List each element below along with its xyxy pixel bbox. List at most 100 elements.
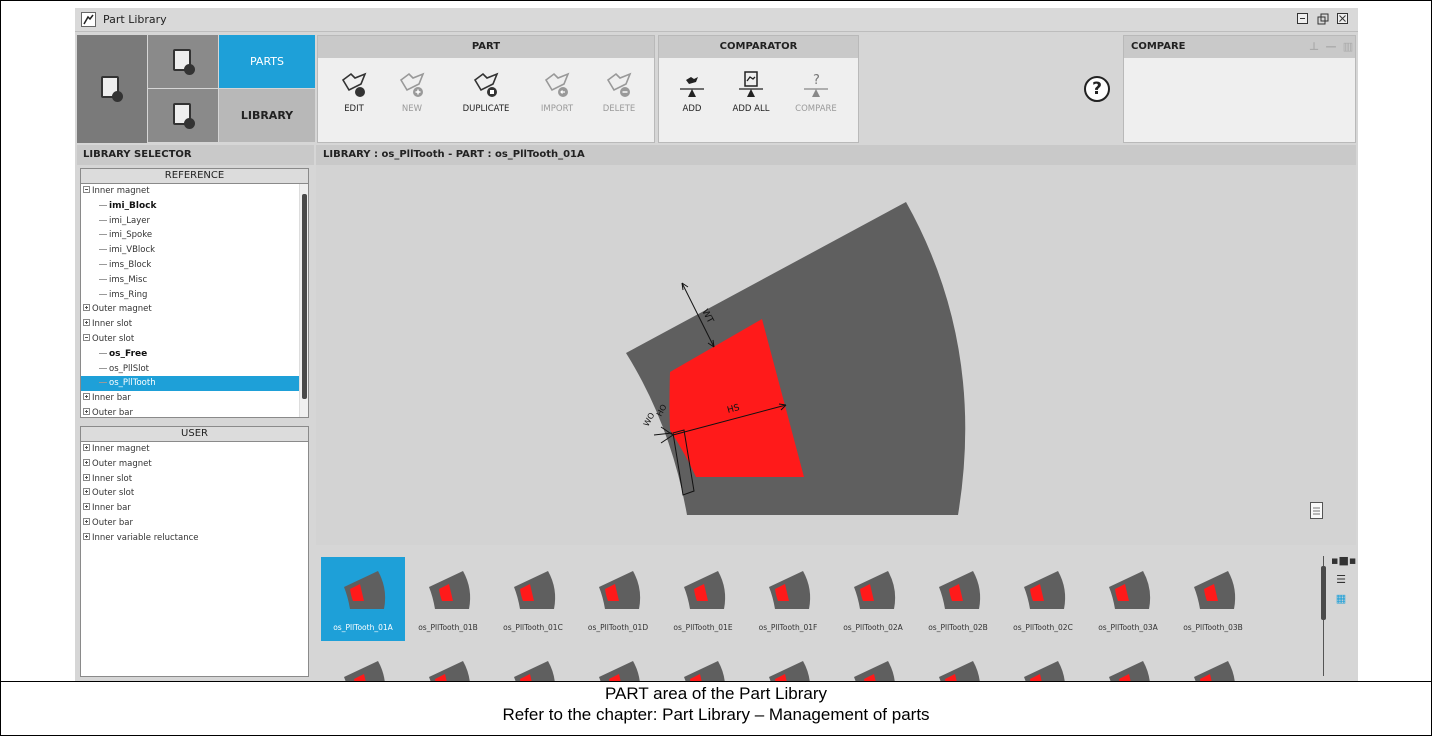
tree-item[interactable]: Outer bar (81, 406, 308, 417)
add-to-comparator-button[interactable]: ADD (662, 70, 722, 114)
tree-item-label: imi_VBlock (109, 245, 156, 256)
edit-part-icon (341, 72, 367, 97)
new-part-button[interactable]: NEW (382, 70, 442, 114)
part-thumbnail-label: os_PllTooth_03A (1098, 623, 1158, 632)
library-settings-button[interactable] (77, 35, 147, 143)
tree-item[interactable]: ims_Ring (81, 288, 308, 303)
duplicate-part-button[interactable]: DUPLICATE (456, 70, 516, 114)
expand-icon[interactable] (83, 458, 90, 466)
caption-divider (0, 681, 1432, 682)
expand-icon[interactable] (83, 532, 90, 540)
part-thumbnail[interactable] (916, 651, 1000, 681)
expand-icon[interactable] (83, 517, 90, 525)
part-thumbnail[interactable]: os_PllTooth_01E (661, 557, 745, 641)
expand-icon[interactable] (83, 503, 90, 511)
compare-trash-icon[interactable]: ▥ (1340, 39, 1356, 55)
part-thumbnail[interactable]: os_PllTooth_01C (491, 557, 575, 641)
part-thumbnail[interactable]: os_PllTooth_01B (406, 557, 490, 641)
tree-connector (99, 219, 107, 221)
list-view-icon[interactable]: ☰ (1331, 573, 1351, 586)
tree-item[interactable]: Inner magnet (81, 442, 308, 457)
part-thumbnail[interactable] (491, 651, 575, 681)
part-thumbnail[interactable] (831, 651, 915, 681)
part-thumbnail-icon (1024, 571, 1066, 609)
part-thumbnail[interactable]: os_PllTooth_01D (576, 557, 660, 641)
part-thumbnail[interactable] (1086, 651, 1170, 681)
tree-item[interactable]: imi_Layer (81, 214, 308, 229)
new-library-button[interactable] (148, 35, 218, 88)
expand-icon[interactable] (83, 488, 90, 496)
tree-item-label: imi_Spoke (109, 230, 153, 241)
tree-item[interactable]: Outer slot (81, 332, 308, 347)
thumbnail-scrollbar-thumb[interactable] (1321, 566, 1326, 620)
part-thumbnail[interactable]: os_PllTooth_02A (831, 557, 915, 641)
part-thumbnail[interactable] (1171, 651, 1255, 681)
expand-icon[interactable] (83, 473, 90, 481)
minimize-icon[interactable] (1297, 13, 1308, 24)
help-icon[interactable]: ? (1084, 76, 1110, 102)
collapse-icon[interactable] (83, 186, 90, 193)
part-thumbnail[interactable]: os_PllTooth_01F (746, 557, 830, 641)
part-thumbnail[interactable]: os_PllTooth_02C (1001, 557, 1085, 641)
tree-item[interactable]: imi_Spoke (81, 228, 308, 243)
expand-icon[interactable] (83, 304, 90, 312)
compare-remove-icon[interactable]: — (1323, 39, 1339, 55)
tree-item[interactable]: imi_Block (81, 199, 308, 214)
part-thumbnail[interactable] (746, 651, 830, 681)
tab-parts[interactable]: PARTS (219, 35, 315, 88)
part-report-icon[interactable] (1310, 502, 1323, 519)
part-thumbnail-strip: os_PllTooth_01A os_PllTooth_01B os_PllToot… (316, 547, 1356, 681)
part-thumbnail[interactable] (576, 651, 660, 681)
part-thumbnail[interactable] (321, 651, 405, 681)
delete-part-button[interactable]: DELETE (589, 70, 649, 114)
add-all-to-comparator-button[interactable]: ADD ALL (721, 70, 781, 114)
large-icons-view-icon[interactable]: ▪■▪ (1331, 554, 1356, 567)
expand-icon[interactable] (83, 319, 90, 327)
edit-part-button[interactable]: EDIT (324, 70, 384, 114)
expand-icon[interactable] (83, 393, 90, 401)
close-icon[interactable] (1337, 13, 1348, 24)
tree-item[interactable]: os_Free (81, 347, 308, 362)
import-part-icon (544, 72, 570, 97)
tree-item[interactable]: Inner magnet (81, 184, 308, 199)
library-settings-icon (101, 76, 123, 102)
tree-item[interactable]: ims_Block (81, 258, 308, 273)
part-thumbnail-icon (1109, 571, 1151, 609)
tab-library[interactable]: LIBRARY (219, 89, 315, 142)
reference-tree-scrollbar[interactable] (299, 184, 308, 417)
tree-item[interactable]: ims_Misc (81, 273, 308, 288)
tree-item[interactable]: Outer slot (81, 486, 308, 501)
tree-item[interactable]: Inner variable reluctance (81, 531, 308, 546)
compare-label: COMPARE (795, 104, 837, 114)
import-library-button[interactable] (148, 89, 218, 142)
tree-item[interactable]: Inner bar (81, 391, 308, 406)
tree-item[interactable]: Inner bar (81, 501, 308, 516)
tree-item[interactable]: Outer magnet (81, 302, 308, 317)
expand-icon[interactable] (83, 407, 90, 415)
part-thumbnail[interactable] (661, 651, 745, 681)
part-thumbnail[interactable]: os_PllTooth_03A (1086, 557, 1170, 641)
tree-item[interactable]: imi_VBlock (81, 243, 308, 258)
part-thumbnail[interactable]: os_PllTooth_03B (1171, 557, 1255, 641)
scrollbar-thumb[interactable] (302, 194, 307, 399)
tree-item[interactable]: Outer bar (81, 516, 308, 531)
title-bar: Part Library (75, 8, 1358, 32)
collapse-icon[interactable] (83, 333, 90, 341)
tree-item[interactable]: os_PllTooth (81, 376, 308, 392)
part-thumbnail[interactable]: os_PllTooth_02B (916, 557, 1000, 641)
tree-item-label: Outer bar (92, 517, 133, 528)
tree-item[interactable]: Inner slot (81, 472, 308, 487)
part-thumbnail[interactable]: os_PllTooth_01A (321, 557, 405, 641)
tree-item[interactable]: Outer magnet (81, 457, 308, 472)
tree-item[interactable]: Inner slot (81, 317, 308, 332)
tree-item[interactable]: os_PllSlot (81, 362, 308, 377)
restore-icon[interactable] (1317, 13, 1329, 25)
part-thumbnail[interactable] (406, 651, 490, 681)
thumbnail-scrollbar[interactable] (1321, 556, 1327, 676)
expand-icon[interactable] (83, 444, 90, 451)
compare-run-icon[interactable]: ⊥ (1306, 39, 1322, 55)
part-thumbnail[interactable] (1001, 651, 1085, 681)
compare-button[interactable]: ? COMPARE (786, 70, 846, 114)
grid-view-icon[interactable]: ▦ (1331, 592, 1351, 605)
import-part-button[interactable]: IMPORT (527, 70, 587, 114)
